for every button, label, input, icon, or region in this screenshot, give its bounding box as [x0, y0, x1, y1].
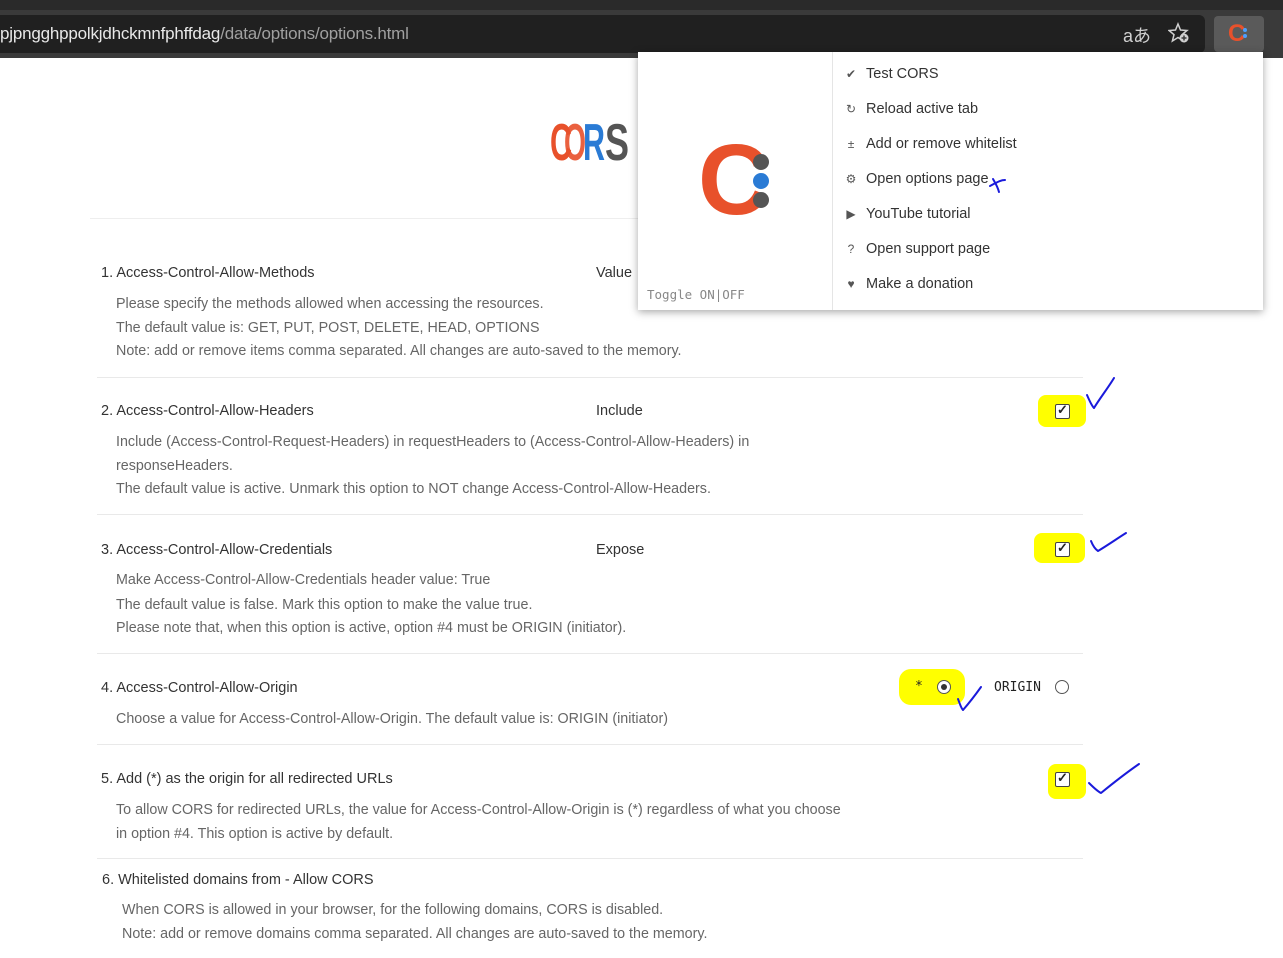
highlight-mark — [899, 669, 965, 705]
menu-support-page[interactable]: ? Open support page — [843, 241, 991, 265]
origin-star-radio[interactable] — [937, 680, 951, 694]
menu-test-cors[interactable]: ✔ Test CORS — [843, 66, 939, 90]
origin-origin-label: ORIGIN — [994, 680, 1041, 695]
option-title: 6. Whitelisted domains from - Allow CORS — [102, 872, 374, 888]
option-title: 2. Access-Control-Allow-Headers — [101, 403, 314, 419]
option-title: 5. Add (*) as the origin for all redirec… — [101, 771, 393, 787]
menu-donation[interactable]: ♥ Make a donation — [843, 276, 973, 300]
option-title: 1. Access-Control-Allow-Methods — [101, 265, 315, 281]
toggle-label[interactable]: Toggle ON|OFF — [647, 287, 745, 302]
option-row-headers: 2. Access-Control-Allow-Headers Include … — [97, 377, 1083, 515]
option-label: Include — [596, 403, 643, 419]
origin-star-label: * — [915, 679, 923, 694]
star-add-icon[interactable] — [1167, 22, 1190, 49]
svg-text:R: R — [583, 114, 605, 170]
include-headers-checkbox[interactable] — [1055, 402, 1070, 419]
popup-toggle-area[interactable]: C Toggle ON|OFF — [638, 52, 832, 310]
option-description: When CORS is allowed in your browser, fo… — [122, 902, 708, 942]
option-label: Value — [596, 265, 633, 281]
option-row-credentials: 3. Access-Control-Allow-Credentials Expo… — [97, 514, 1083, 654]
option-title: 3. Access-Control-Allow-Credentials — [101, 542, 333, 558]
reload-icon: ↻ — [845, 102, 857, 116]
check-icon: ✔ — [845, 67, 857, 81]
option-description: Please specify the methods allowed when … — [116, 296, 682, 359]
plus-minus-icon: ± — [847, 137, 855, 151]
expose-credentials-checkbox[interactable] — [1055, 540, 1070, 557]
play-icon: ▶ — [846, 207, 856, 221]
address-bar-url[interactable]: pjpngghppolkjdhckmnfphffdag/data/options… — [0, 24, 409, 44]
extension-popup: C Toggle ON|OFF ✔ Test CORS ↻ Reload activ… — [638, 52, 1263, 310]
browser-top-strip — [0, 0, 1283, 10]
option-description: To allow CORS for redirected URLs, the v… — [116, 802, 841, 842]
logo-dot — [753, 154, 769, 170]
svg-text:S: S — [605, 114, 629, 170]
option-row-whitelist: 6. Whitelisted domains from - Allow CORS… — [97, 858, 1083, 958]
translate-icon[interactable]: aあ — [1123, 22, 1151, 48]
annotation-check-mark — [1090, 532, 1127, 552]
extension-dots-icon — [1243, 28, 1247, 44]
menu-youtube-tutorial[interactable]: ▶ YouTube tutorial — [843, 206, 970, 230]
heart-icon: ♥ — [847, 277, 855, 291]
annotation-check-mark — [1088, 763, 1140, 794]
logo-dot — [753, 192, 769, 208]
logo-dot — [753, 173, 769, 189]
header-divider — [90, 218, 650, 219]
url-host: pjpngghppolkjdhckmnfphffdag — [0, 24, 221, 43]
url-path: /data/options/options.html — [220, 24, 409, 43]
option-label: Expose — [596, 542, 645, 558]
popup-divider — [832, 52, 833, 310]
redirect-origin-checkbox[interactable] — [1055, 770, 1070, 787]
origin-origin-radio[interactable] — [1055, 680, 1069, 694]
question-icon: ? — [847, 242, 855, 256]
menu-whitelist[interactable]: ± Add or remove whitelist — [843, 136, 1017, 160]
menu-reload-tab[interactable]: ↻ Reload active tab — [843, 101, 978, 125]
option-description: Make Access-Control-Allow-Credentials he… — [116, 572, 627, 636]
gear-icon: ⚙ — [845, 172, 857, 186]
option-description: Choose a value for Access-Control-Allow-… — [116, 711, 668, 727]
menu-options-page[interactable]: ⚙ Open options page — [843, 171, 989, 195]
annotation-check-mark — [1086, 377, 1115, 409]
option-description: Include (Access-Control-Request-Headers)… — [116, 434, 750, 497]
option-title: 4. Access-Control-Allow-Origin — [101, 680, 298, 696]
cors-logo: C O R S — [550, 114, 629, 170]
option-row-redirect: 5. Add (*) as the origin for all redirec… — [97, 744, 1083, 859]
